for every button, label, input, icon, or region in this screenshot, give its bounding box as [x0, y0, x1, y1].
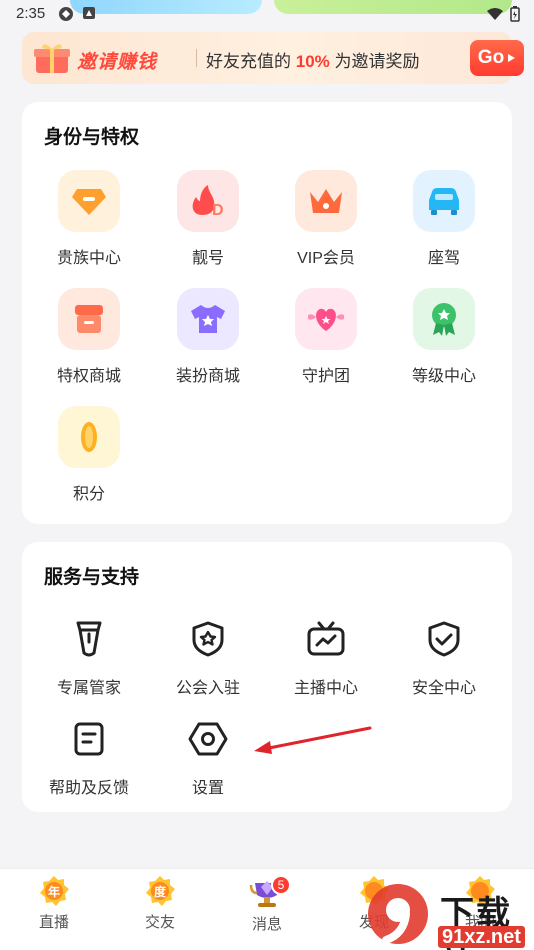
noble-gem-icon: [58, 170, 120, 232]
item-label: 特权商城: [56, 368, 121, 385]
app-notification-icon: [83, 7, 95, 19]
section-title: 服务与支持: [44, 567, 140, 588]
service-help-feedback[interactable]: 帮助及反馈: [30, 714, 148, 798]
status-notification-icons: [58, 6, 96, 22]
item-label: 守护团: [301, 368, 350, 385]
service-anchor-center[interactable]: 主播中心: [267, 614, 385, 698]
svg-text:年: 年: [48, 884, 60, 899]
settings-hexagon-icon: [177, 714, 239, 764]
watermark-url: 91xz.net: [438, 926, 525, 948]
privileges-section: 身份与特权 贵族中心 D 靓号 VIP会员 座驾 特权商城 装扮商城 守护团 等…: [22, 102, 512, 524]
item-label: 积分: [72, 486, 105, 503]
heart-wings-icon: [295, 288, 357, 350]
help-document-icon: [58, 714, 120, 764]
item-label: 等级中心: [411, 368, 476, 385]
privilege-dressup-shop[interactable]: 装扮商城: [149, 288, 267, 386]
watermark-logo-icon: [368, 884, 428, 944]
wifi-icon: [487, 8, 503, 20]
item-label: 安全中心: [411, 680, 476, 697]
item-label: 靓号: [191, 250, 224, 267]
gift-box-icon: [34, 44, 70, 73]
privilege-points[interactable]: 积分: [30, 406, 148, 504]
top-card-partial-right[interactable]: [274, 0, 512, 14]
service-security-center[interactable]: 安全中心: [385, 614, 503, 698]
play-triangle-icon: [508, 54, 516, 62]
item-label: 主播中心: [293, 680, 358, 697]
sync-icon: [59, 7, 73, 21]
crown-icon: [295, 170, 357, 232]
security-shield-check-icon: [413, 614, 475, 664]
live-nian-icon: 年: [40, 876, 69, 906]
tv-chart-icon: [295, 614, 357, 664]
medal-icon: [413, 288, 475, 350]
top-card-partial-left[interactable]: [70, 0, 262, 14]
tab-messages[interactable]: 5 消息: [227, 875, 307, 934]
item-label: 贵族中心: [56, 250, 121, 267]
status-system-icons: [486, 6, 520, 22]
shop-icon: [58, 288, 120, 350]
status-time: 2:35: [16, 5, 46, 22]
privilege-vip-member[interactable]: VIP会员: [267, 170, 385, 268]
item-label: 公会入驻: [175, 680, 240, 697]
banner-text-suffix: 为邀请奖励: [329, 52, 420, 71]
service-butler[interactable]: 专属管家: [30, 614, 148, 698]
banner-divider: [196, 49, 197, 67]
tab-friends[interactable]: 度 交友: [120, 875, 200, 932]
coin-icon: [58, 406, 120, 468]
friends-du-icon: 度: [146, 876, 175, 906]
item-label: 装扮商城: [175, 368, 240, 385]
invite-earn-label: 邀请赚钱: [77, 52, 158, 73]
tab-label: 交友: [144, 914, 175, 931]
item-label: VIP会员: [297, 250, 355, 267]
go-button-label: Go: [477, 47, 505, 68]
tab-live[interactable]: 年 直播: [14, 875, 94, 932]
car-icon: [413, 170, 475, 232]
banner-text-prefix: 好友充值的: [206, 52, 296, 71]
status-bar: 2:35: [0, 0, 534, 26]
privilege-shop[interactable]: 特权商城: [30, 288, 148, 386]
banner-description: 好友充值的 10% 为邀请奖励: [206, 47, 420, 72]
invite-banner[interactable]: 邀请赚钱 好友充值的 10% 为邀请奖励 Go: [22, 32, 524, 84]
site-watermark: 下载站 91xz.net: [362, 880, 534, 950]
privilege-pretty-number[interactable]: D 靓号: [149, 170, 267, 268]
message-badge: 5: [271, 875, 291, 895]
privilege-guard-team[interactable]: 守护团: [267, 288, 385, 386]
section-title: 身份与特权: [44, 127, 140, 148]
tab-label: 消息: [251, 916, 282, 933]
privilege-mount[interactable]: 座驾: [385, 170, 503, 268]
item-label: 专属管家: [56, 680, 121, 697]
service-guild-join[interactable]: 公会入驻: [149, 614, 267, 698]
battery-icon: [510, 6, 520, 22]
item-label: 设置: [191, 780, 224, 797]
item-label: 座驾: [427, 250, 460, 267]
svg-text:度: 度: [154, 884, 167, 899]
tab-label: 直播: [38, 914, 69, 931]
svg-text:D: D: [212, 202, 224, 219]
privilege-noble-center[interactable]: 贵族中心: [30, 170, 148, 268]
item-label: 帮助及反馈: [48, 780, 129, 797]
go-button[interactable]: Go: [470, 40, 524, 76]
services-section: 服务与支持 专属管家 公会入驻 主播中心 安全中心 帮助及反馈 设置: [22, 542, 512, 812]
fire-d-icon: D: [177, 170, 239, 232]
privilege-level-center[interactable]: 等级中心: [385, 288, 503, 386]
shirt-icon: [177, 288, 239, 350]
guild-shield-star-icon: [177, 614, 239, 664]
butler-tie-icon: [58, 614, 120, 664]
annotation-arrow: [254, 726, 372, 754]
banner-percent: 10%: [295, 52, 330, 71]
